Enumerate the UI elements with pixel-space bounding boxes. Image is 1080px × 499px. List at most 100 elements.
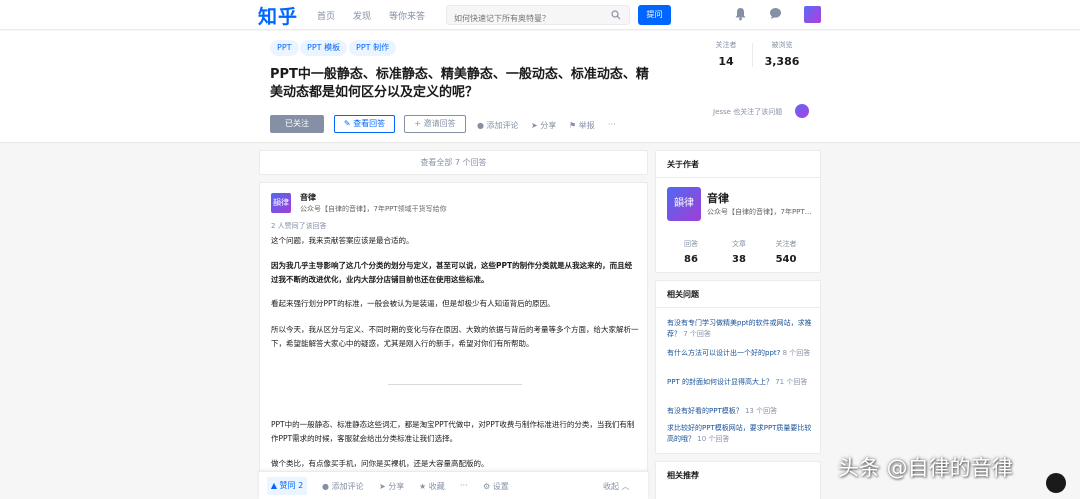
divider [656, 177, 820, 178]
comment-label: 添加评论 [486, 121, 519, 130]
related-questions-card: 相关问题 有没有专门学习做精美ppt的软件或网站，求推荐？ 7 个回答 有什么方… [655, 280, 821, 454]
related-title: 相关问题 [667, 290, 699, 299]
collect-label: 收藏 [428, 482, 445, 491]
answer-paragraph: 看起来强行划分PPT的标准，一般会被认为是装逼，但是却极少有人知道背后的原因。 [271, 299, 555, 308]
nav-waiting[interactable]: 等你来答 [389, 9, 425, 22]
star-icon: ★ [419, 482, 429, 491]
stat-divider [752, 43, 753, 67]
comment-icon: ● [477, 121, 487, 130]
share-label: 分享 [540, 121, 557, 130]
author-avatar[interactable]: 韻律 [271, 193, 291, 213]
collapse-label: 收起 [603, 482, 619, 491]
add-comment-action[interactable]: ● 添加评论 [477, 120, 519, 131]
stat-label: 文章 [732, 240, 746, 248]
nav-home[interactable]: 首页 [317, 9, 335, 22]
upvote-label: 赞同 2 [279, 481, 304, 490]
related-question-item[interactable]: 求比较好的PPT模板网站，要求PPT质量要比较高的哦？ 10 个回答 [667, 423, 815, 445]
topic-tag[interactable]: PPT 制作 [349, 40, 397, 56]
recommend-card: 相关推荐 [655, 461, 821, 499]
related-question-item[interactable]: 有没有专门学习做精美ppt的软件或网站，求推荐？ 7 个回答 [667, 318, 815, 340]
stat-label: 回答 [684, 240, 698, 248]
share-action[interactable]: ➤ 分享 [379, 481, 404, 492]
related-question-text[interactable]: 求比较好的PPT模板网站，要求PPT质量要比较高的哦？ [667, 424, 811, 443]
author-name[interactable]: 音律 [707, 190, 729, 206]
more-icon[interactable]: ··· [460, 481, 468, 490]
flag-icon: ⚑ [569, 121, 579, 130]
collect-action[interactable]: ★ 收藏 [419, 481, 445, 492]
views-stat: 被浏览 3,386 [760, 40, 804, 68]
answer-count: 13 个回答 [744, 407, 778, 415]
related-question-item[interactable]: 有什么方法可以设计出一个好的ppt? 8 个回答 [667, 348, 815, 359]
answer-count: 7 个回答 [683, 330, 711, 338]
collapse-action[interactable]: 收起 ︿ [603, 481, 630, 492]
comment-action[interactable]: ● 添加评论 [322, 481, 364, 492]
follower-note: Jesse 也关注了该问题 [713, 108, 783, 116]
related-question-item[interactable]: PPT 的封面如何设计显得高大上？ 71 个回答 [667, 377, 815, 388]
author-name[interactable]: 音律 [300, 192, 316, 203]
report-action[interactable]: ⚑ 举报 [569, 120, 595, 131]
share-label: 分享 [388, 482, 405, 491]
author-bio: 公众号【自律的音律】，7年PPT领域干货写给你 [707, 208, 813, 216]
settings-label: 设置 [492, 482, 509, 491]
view-answers-label: 查看回答 [353, 119, 386, 128]
topic-tag[interactable]: PPT 模板 [300, 40, 348, 56]
votes-note[interactable]: 2 人赞同了该回答 [271, 221, 327, 231]
author-articles-stat[interactable]: 文章 38 [717, 239, 761, 265]
search-box[interactable] [446, 5, 630, 28]
view-all-answers-link[interactable]: 查看全部 7 个回答 [259, 150, 648, 175]
nav-explore[interactable]: 发现 [353, 9, 371, 22]
zhihu-logo[interactable]: 知乎 [258, 2, 298, 29]
stat-label: 关注者 [715, 41, 737, 49]
stat-label: 被浏览 [771, 41, 793, 49]
answer-paragraph: 这个问题，我来贡献答案应该是最合适的。 [271, 236, 414, 245]
triangle-up-icon: ▲ [270, 481, 280, 490]
divider [388, 384, 522, 385]
watermark: 头条 @自律的音律 [838, 456, 1013, 480]
search-icon[interactable] [611, 10, 621, 20]
followed-button[interactable]: 已关注 [270, 115, 324, 133]
upvote-button[interactable]: ▲ 赞同 2 [267, 477, 307, 495]
share-icon: ➤ [531, 121, 541, 130]
related-question-text[interactable]: 有没有好看的PPT模板？ [667, 407, 743, 415]
follower-avatar[interactable] [795, 104, 809, 118]
author-followers-stat[interactable]: 关注者 540 [764, 239, 808, 265]
author-bio: 公众号【自律的音律】，7年PPT领域干货写给你 [300, 205, 447, 213]
top-nav: 知乎 首页 发现 等你来答 提问 [0, 0, 1080, 30]
author-answers-stat[interactable]: 回答 86 [669, 239, 713, 265]
related-question-text[interactable]: PPT 的封面如何设计显得高大上？ [667, 378, 773, 386]
message-icon[interactable] [769, 7, 782, 20]
question-title: PPT中一般静态、标准静态、精美静态、一般动态、标准动态、精美动态都是如何区分以… [270, 67, 649, 100]
author-avatar[interactable]: 韻律 [667, 187, 701, 221]
user-avatar[interactable] [804, 6, 821, 23]
invite-answer-button[interactable]: + 邀请回答 [404, 115, 466, 133]
related-question-item[interactable]: 有没有好看的PPT模板？ 13 个回答 [667, 406, 815, 417]
answer-count: 8 个回答 [782, 349, 811, 357]
author-card-title: 关于作者 [667, 160, 699, 169]
report-label: 举报 [578, 121, 595, 130]
stat-value: 540 [775, 254, 797, 265]
ask-button[interactable]: 提问 [638, 5, 671, 25]
add-user-icon: + [414, 119, 424, 128]
invite-label: 邀请回答 [423, 119, 456, 128]
more-icon[interactable]: ··· [608, 120, 616, 129]
chevron-up-icon: ︿ [619, 482, 630, 491]
search-input[interactable] [447, 9, 607, 28]
stat-value: 38 [732, 254, 746, 265]
share-action[interactable]: ➤ 分享 [531, 120, 556, 131]
topic-tag[interactable]: PPT [270, 40, 299, 56]
followers-stat[interactable]: 关注者 14 [705, 40, 747, 68]
recommend-title: 相关推荐 [667, 471, 699, 480]
question-header: PPT PPT 模板 PPT 制作 PPT中一般静态、标准静态、精美静态、一般动… [0, 31, 1080, 143]
answer-count: 71 个回答 [775, 378, 808, 386]
related-question-text[interactable]: 有什么方法可以设计出一个好的ppt? [667, 349, 780, 357]
answer-card: 韻律 音律 公众号【自律的音律】，7年PPT领域干货写给你 2 人赞同了该回答 … [259, 182, 648, 499]
stat-value: 86 [684, 254, 698, 265]
comment-icon: ● [322, 482, 332, 491]
bell-icon[interactable] [734, 7, 747, 21]
share-icon: ➤ [379, 482, 389, 491]
corner-logo [1046, 473, 1066, 493]
view-answers-button[interactable]: ✎ 查看回答 [334, 115, 395, 133]
comment-label: 添加评论 [331, 482, 364, 491]
stat-value: 3,386 [764, 55, 800, 68]
settings-action[interactable]: ⚙ 设置 [483, 481, 509, 492]
